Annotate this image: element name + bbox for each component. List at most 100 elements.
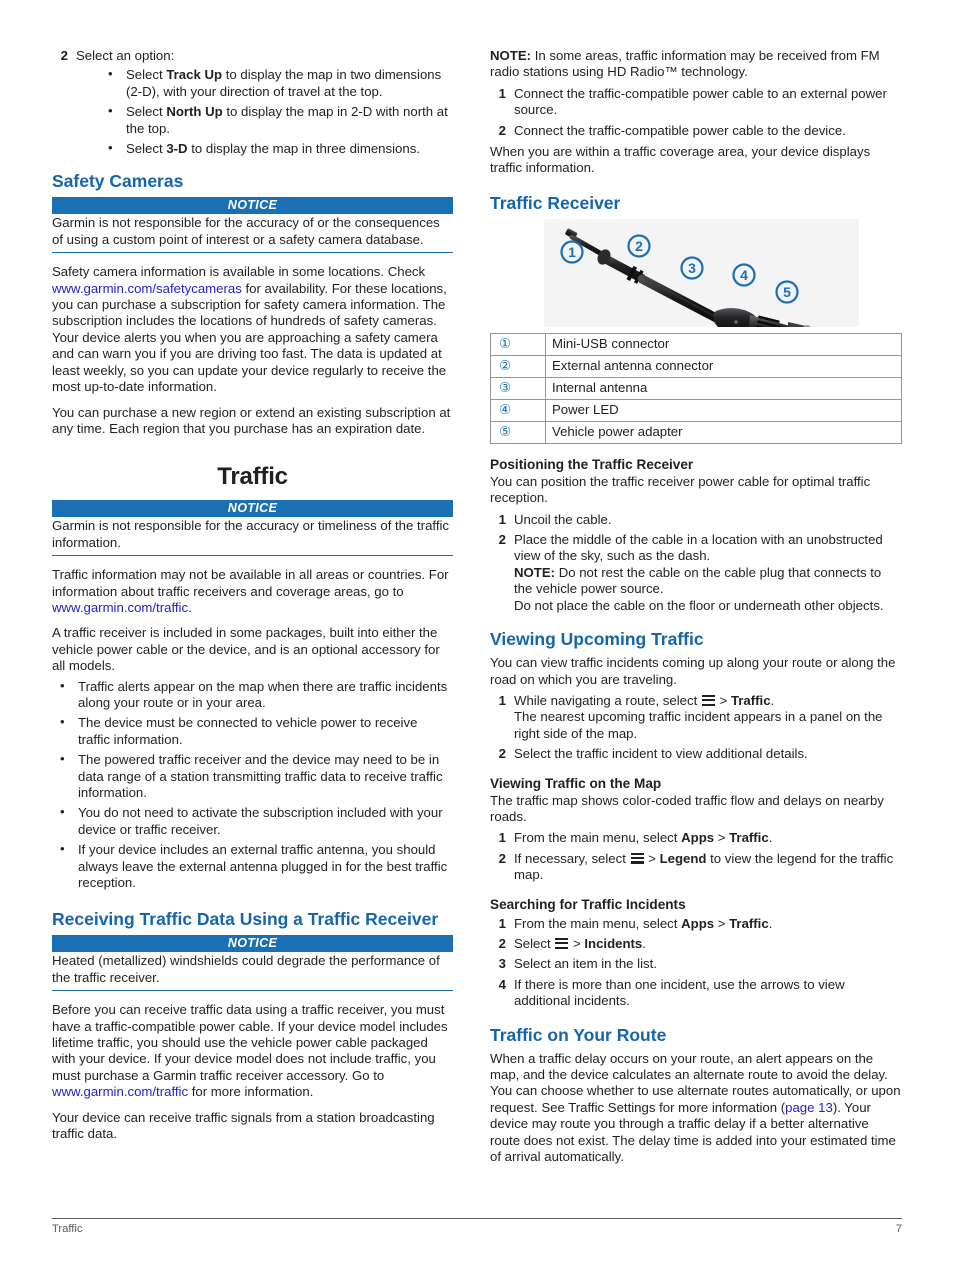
menu-icon[interactable] [701,694,715,706]
para-pre: Traffic information may not be available… [52,567,449,599]
step-bold: Traffic [730,692,771,708]
step-number: 1 [498,692,506,708]
list-item: • If your device includes an external tra… [52,841,453,891]
bullet-dot: • [60,751,65,767]
step-post: . [770,692,775,708]
step-pre: If necessary, select [514,850,630,866]
bullet-dot: • [108,66,113,82]
step-bold-traffic: Traffic [729,830,769,846]
callout-label: Vehicle power adapter [545,420,902,444]
callout-3: 3 [688,260,696,276]
step-pre: From the main menu, select [514,915,682,931]
list-item: • Select 3-D to display the map in three… [100,140,453,157]
bullet-pre: Select [126,67,167,83]
paragraph: The traffic map shows color-coded traffi… [490,792,884,824]
list-item: • You do not need to activate the subscri… [52,804,453,838]
heading-positioning-receiver: Positioning the Traffic Receiver [490,456,694,472]
step-mid: > [644,850,660,866]
step-item: 1 Uncoil the cable. [490,512,902,528]
option-bullets: • Select Track Up to display the map in … [100,66,453,157]
callout-table: ① Mini-USB connector ② External antenna … [490,332,902,444]
notice-text: Garmin is not responsible for the accura… [52,214,453,254]
step-number: 2 [498,935,506,951]
bullet-dot: • [108,140,113,156]
step-number: 2 [498,850,506,866]
step-number: 3 [498,956,506,972]
traffic-receiver-illustration: 1 2 3 4 5 [560,228,811,327]
step-bold-traffic: Traffic [729,915,769,931]
step-pre: Select [514,935,555,951]
table-row: ① Mini-USB connector [490,332,902,356]
step-item: 1 From the main menu, select Apps > Traf… [490,916,902,932]
bullet-pre: Select [126,141,167,157]
bullet-dot: • [108,103,113,119]
step-item: 2 If necessary, select > Legend to view … [490,851,902,884]
table-row: ④ Power LED [490,398,902,422]
step-item: 3 Select an item in the list. [490,956,902,972]
step-text: Connect the traffic-compatible power cab… [514,122,846,138]
callout-index: ① [490,332,546,356]
note-label: NOTE: [490,48,532,63]
notice-label: NOTICE [52,500,453,518]
heading-safety-cameras: Safety Cameras [52,171,184,192]
paragraph: You can purchase a new region or extend … [52,404,451,436]
step-number: 1 [498,915,506,931]
heading-viewing-traffic-on-map: Viewing Traffic on the Map [490,775,662,791]
bullet-text: The powered traffic receiver and the dev… [78,752,443,800]
list-item: • Traffic alerts appear on the map when t… [52,677,453,712]
callout-1: 1 [568,244,576,260]
bullet-text: You do not need to activate the subscrip… [78,805,443,837]
bullet-dot: • [60,714,65,730]
callout-2: 2 [635,238,643,254]
notice-box-safety-cameras: NOTICE Garmin is not responsible for the… [52,197,453,254]
step-number: 1 [498,830,506,846]
heading-viewing-upcoming-traffic: Viewing Upcoming Traffic [490,629,704,650]
manual-page: 2 Select an option: • Select Track Up to… [0,0,954,1265]
link-traffic[interactable]: www.garmin.com/traffic [52,1084,188,1099]
step-text: Select the traffic incident to view addi… [514,746,808,762]
step-number: 2 [60,48,68,63]
callout-4: 4 [740,267,748,283]
paragraph: When a traffic delay occurs on your rout… [490,1051,902,1166]
paragraph: Before you can receive traffic data usin… [52,1002,453,1100]
link-traffic[interactable]: www.garmin.com/traffic [52,600,188,615]
footer-page-number: 7 [895,1223,902,1235]
notice-text: Garmin is not responsible for the accura… [52,517,453,557]
paragraph: A traffic receiver is included in some p… [52,625,440,674]
bullet-dot: • [60,677,65,693]
select-option-steps: 2 Select an option: • Select Track Up to… [52,48,453,157]
traffic-feature-bullets: • Traffic alerts appear on the map when t… [52,677,453,892]
bullet-bold: North Up [166,104,223,120]
step-mid: > [714,830,730,846]
notice-label: NOTICE [52,935,453,953]
bullet-bold: Track Up [166,67,223,83]
step-substep-text: The nearest upcoming traffic incident ap… [514,709,883,741]
step-item: 2 Select an option: • Select Track Up to… [52,48,453,157]
connect-steps: 1 Connect the traffic-compatible power c… [490,86,902,139]
para-pre: Before you can receive traffic data usin… [52,1002,448,1083]
menu-icon[interactable] [630,852,644,864]
list-item: • Select Track Up to display the map in … [100,66,453,100]
heading-receiving-traffic-data: Receiving Traffic Data Using a Traffic R… [52,909,439,930]
link-page-13[interactable]: page 13 [785,1100,833,1115]
traffic-receiver-figure: 1 2 3 4 5 [544,218,859,327]
paragraph: You can position the traffic receiver po… [490,473,871,506]
step-post: . [768,830,773,846]
footer-chapter: Traffic [52,1223,83,1235]
list-item: • The device must be connected to vehicle… [52,714,453,748]
chapter-title-traffic: Traffic [217,463,288,491]
paragraph: Traffic information may not be available… [52,567,453,616]
step-item: 1 Connect the traffic-compatible power c… [490,86,902,119]
step-mid: > [714,915,730,931]
step-item: 1 While navigating a route, select > Tra… [490,693,902,742]
step-text: If there is more than one incident, use … [514,976,845,1009]
callout-5: 5 [783,284,791,300]
bullet-dot: • [60,804,65,820]
note-text: Do not rest the cable on the cable plug … [514,564,882,597]
link-safetycameras[interactable]: www.garmin.com/safetycameras [52,281,242,296]
paragraph: You can view traffic incidents coming up… [490,655,896,687]
step-text: Connect the traffic-compatible power cab… [514,85,887,118]
menu-icon[interactable] [555,937,569,949]
step-number: 2 [498,746,506,762]
note-text: In some areas, traffic information may b… [490,48,880,80]
